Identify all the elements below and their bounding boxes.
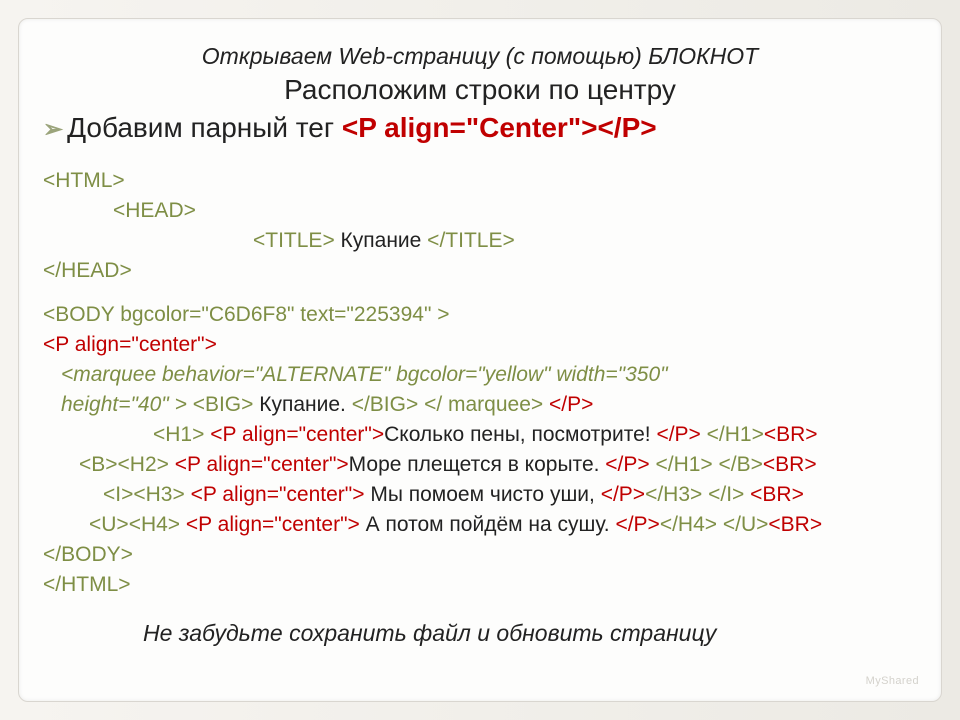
code-line: <HEAD> [43, 196, 917, 226]
code-block: <HTML> <HEAD> <TITLE> Купание </TITLE> <… [43, 166, 917, 600]
code-line: <TITLE> Купание </TITLE> [43, 226, 917, 256]
code-line: <HTML> [43, 166, 917, 196]
code-line: </HEAD> [43, 256, 917, 286]
bullet-tag: <P align="Center"></P> [342, 112, 657, 143]
slide-subtitle: Расположим строки по центру [43, 74, 917, 106]
code-line: <B><H2> <P align="center">Море плещется … [43, 450, 917, 480]
code-line: <H1> <P align="center">Сколько пены, пос… [43, 420, 917, 450]
closing-note: Не забудьте сохранить файл и обновить ст… [143, 620, 917, 647]
code-line: </HTML> [43, 570, 917, 600]
code-line: <I><H3> <P align="center"> Мы помоем чис… [43, 480, 917, 510]
code-line: <U><H4> <P align="center"> А потом пойдё… [43, 510, 917, 540]
context-title: Открываем Web-страницу (с помощью) БЛОКН… [43, 43, 917, 70]
code-line: <marquee behavior="ALTERNATE" bgcolor="y… [43, 360, 917, 390]
code-line: <BODY bgcolor="C6D6F8" text="225394" > [43, 300, 917, 330]
slide: Открываем Web-страницу (с помощью) БЛОКН… [18, 18, 942, 702]
watermark: MyShared [866, 675, 919, 687]
code-line: height="40" > <BIG> Купание. </BIG> </ m… [43, 390, 917, 420]
bullet-text: Добавим парный тег [67, 112, 342, 143]
chevron-right-icon: ➢ [43, 112, 63, 148]
code-line: <P align="center"> [43, 330, 917, 360]
code-line: </BODY> [43, 540, 917, 570]
bullet-line: ➢ Добавим парный тег <P align="Center"><… [43, 112, 917, 148]
